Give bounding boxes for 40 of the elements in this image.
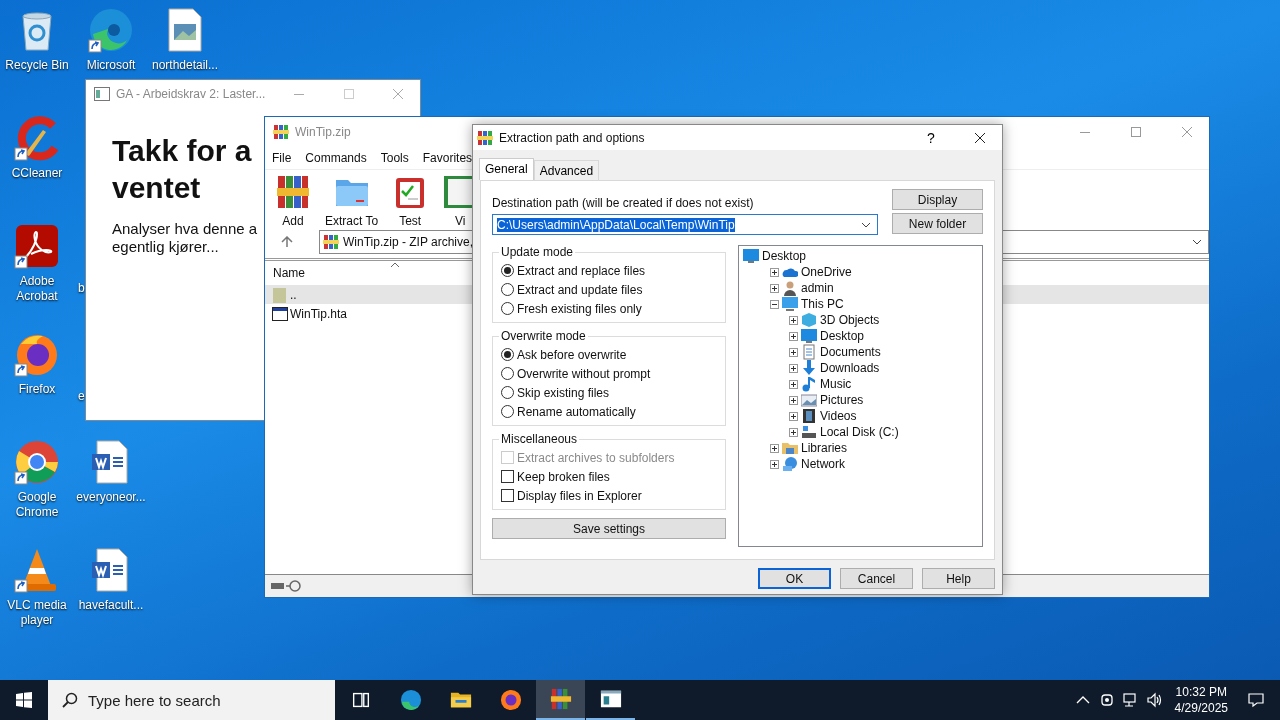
option-label: Fresh existing files only	[517, 301, 642, 316]
group-title: Update mode	[500, 245, 575, 259]
option-label: Keep broken files	[517, 469, 610, 484]
path-value: C:\Users\admin\AppData\Local\Temp\WinTip	[497, 217, 735, 232]
icon-label: b	[78, 281, 85, 296]
file-name: WinTip.hta	[290, 306, 347, 321]
icon-label: Recycle Bin	[5, 58, 69, 73]
toolbar-label: Extract To	[325, 214, 379, 228]
group-title: Miscellaneous	[500, 432, 579, 446]
file-name: ..	[290, 287, 297, 302]
icon-label: CCleaner	[11, 166, 63, 181]
heading: Takk for a ventet	[112, 133, 252, 206]
window-title: GA - Arbeidskrav 2: Laster...	[116, 87, 266, 101]
toolbar-label: Add	[282, 214, 304, 228]
icon-label: Firefox	[18, 382, 56, 397]
search-placeholder: Type here to search	[88, 691, 221, 709]
group-title: Overwrite mode	[500, 329, 587, 343]
icon-label: e	[78, 389, 85, 404]
option-label: Extract and update files	[517, 282, 643, 297]
icon-label: havefacult...	[78, 598, 144, 613]
toolbar-label: Test	[399, 214, 422, 228]
icon-label: northdetail...	[151, 58, 218, 73]
option-label: Overwrite without prompt	[517, 366, 651, 381]
option-label: Extract and replace files	[517, 263, 646, 278]
paragraph: Analyser hva denne a egentlig kjører...	[112, 220, 258, 256]
option-label: Rename automatically	[517, 404, 636, 419]
option-label: Ask before overwrite	[517, 347, 627, 362]
icon-label: Google Chrome	[14, 490, 60, 520]
icon-label: Microsoft	[86, 58, 136, 73]
address-text: WinTip.zip - ZIP archive,	[343, 235, 474, 249]
field-label: Destination path (will be created if does not exist)	[492, 196, 755, 210]
option-label: Extract archives to subfolders	[517, 450, 675, 465]
option-label: Display files in Explorer	[517, 488, 642, 503]
dialog-title: Extraction path and options	[499, 130, 645, 145]
toolbar-label: Vi	[454, 214, 466, 228]
window-title: WinTip.zip	[295, 125, 351, 139]
icon-label: VLC media player	[6, 598, 68, 628]
option-label: Skip existing files	[517, 385, 610, 400]
icon-label: everyoneor...	[76, 490, 146, 505]
icon-label: Adobe Acrobat	[15, 274, 59, 304]
